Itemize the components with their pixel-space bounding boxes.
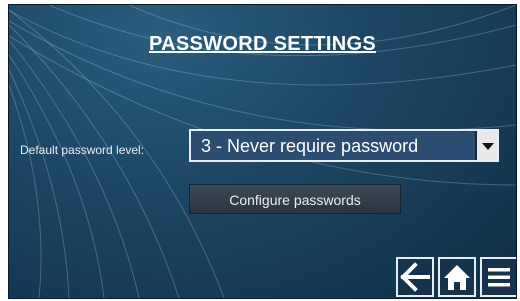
chevron-down-icon[interactable]	[475, 131, 497, 160]
hamburger-menu-icon	[488, 268, 510, 287]
home-icon	[444, 265, 470, 290]
back-button[interactable]	[396, 257, 434, 297]
password-level-select[interactable]: 3 - Never require password	[189, 129, 499, 162]
password-level-value: 3 - Never require password	[201, 136, 419, 156]
configure-passwords-button[interactable]: Configure passwords	[189, 184, 401, 214]
page-title: PASSWORD SETTINGS	[149, 33, 376, 55]
arrow-left-icon	[400, 262, 430, 292]
home-button[interactable]	[438, 257, 476, 297]
settings-screen: PASSWORD SETTINGS Default password level…	[8, 4, 517, 299]
menu-button[interactable]	[480, 257, 516, 297]
password-level-label: Default password level:	[20, 143, 145, 157]
